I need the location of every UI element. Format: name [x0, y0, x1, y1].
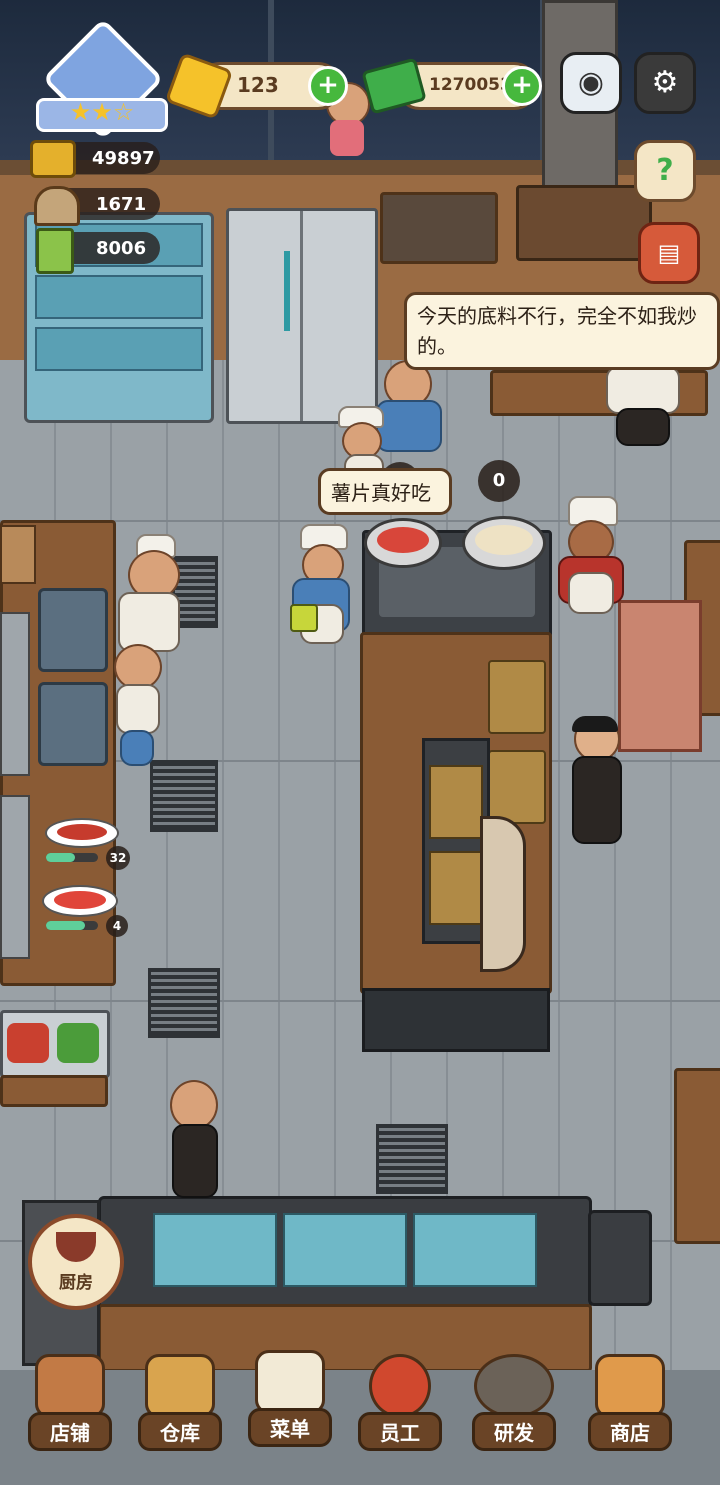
add-cash-button[interactable]: +	[502, 66, 542, 106]
shop-building-icon	[35, 1354, 105, 1418]
dish2-progress-bar	[46, 921, 98, 930]
floor-drain	[150, 760, 218, 832]
cash-value: 1270053	[429, 75, 512, 95]
knife-block	[0, 525, 36, 584]
floor-line	[0, 1000, 720, 1002]
chips-bag	[290, 604, 318, 632]
kitchen-button[interactable]: 厨房	[28, 1214, 124, 1310]
customer-speech-bubble: 今天的底料不行，完全不如我炒的。	[404, 292, 720, 370]
customer-cook[interactable]	[600, 360, 680, 446]
served-value: 1671	[96, 194, 147, 215]
floor-drain	[376, 1124, 448, 1194]
tray-stack	[488, 660, 546, 734]
book-question-icon[interactable]: ?	[634, 140, 696, 202]
tray-stack	[488, 750, 546, 824]
wok-icon	[474, 1354, 554, 1418]
back-cabinet	[380, 192, 498, 264]
cloche-icon	[34, 186, 80, 226]
side-shelf	[674, 1068, 720, 1244]
exhaust-hood	[516, 185, 652, 261]
nav-shop-label: 商店	[588, 1412, 672, 1451]
menu-value: 8006	[96, 238, 147, 259]
level-stars: ★★☆	[69, 98, 135, 126]
camera-icon[interactable]: ◉	[560, 52, 622, 114]
dishwasher-staff[interactable]	[162, 1080, 224, 1198]
double-door-fridge[interactable]	[226, 208, 378, 424]
cutting-board	[0, 612, 30, 776]
coin-pot-icon	[30, 140, 76, 178]
coins-value: 49897	[92, 148, 155, 169]
pot-right-count-badge: 0	[478, 460, 520, 502]
pot-icon	[56, 1232, 96, 1262]
dish-washing-station[interactable]	[98, 1196, 592, 1310]
recipe-book-icon[interactable]: ▤	[638, 222, 700, 284]
gems-value: 123	[237, 73, 279, 97]
prepped-dish-meat[interactable]	[45, 818, 119, 848]
dish1-progress-bar	[46, 853, 98, 862]
chef-speech-bubble: 薯片真好吃	[318, 468, 452, 515]
hotpot-right[interactable]	[462, 516, 546, 570]
floor-rug	[618, 600, 702, 752]
plate-rack	[588, 1210, 652, 1306]
tray-stand	[0, 1075, 108, 1107]
staff-avatar-icon	[369, 1354, 431, 1418]
dish2-count-badge: 4	[106, 915, 128, 937]
waiter[interactable]	[566, 716, 624, 844]
nav-store-label: 店铺	[28, 1412, 112, 1451]
dish1-count-badge: 32	[106, 846, 130, 870]
nav-research-label: 研发	[472, 1412, 556, 1451]
nav-warehouse-label: 仓库	[138, 1412, 222, 1451]
island-base	[362, 988, 550, 1052]
prepped-dish-tomato[interactable]	[42, 885, 118, 917]
nav-menu[interactable]: 菜单	[248, 1350, 332, 1447]
nav-menu-label: 菜单	[248, 1408, 332, 1447]
cutting-board	[0, 795, 30, 959]
nav-staff[interactable]: 员工	[358, 1354, 442, 1451]
clipboard-icon	[255, 1350, 325, 1414]
storefront-icon	[595, 1354, 665, 1418]
hotpot-left[interactable]	[364, 518, 442, 568]
menu-book-icon	[36, 228, 74, 274]
washing-basin[interactable]	[38, 682, 108, 766]
gear-icon[interactable]: ⚙	[634, 52, 696, 114]
nav-staff-label: 员工	[358, 1412, 442, 1451]
prep-assistant[interactable]	[108, 644, 164, 766]
kitchen-label: 厨房	[59, 1273, 93, 1293]
chopping-block	[480, 816, 526, 972]
nav-warehouse[interactable]: 仓库	[138, 1354, 222, 1451]
head-chef[interactable]	[554, 496, 624, 624]
vegetable-tray[interactable]	[0, 1010, 110, 1078]
add-gems-button[interactable]: +	[308, 66, 348, 106]
floor-drain	[148, 968, 220, 1038]
chef-with-chips[interactable]	[288, 524, 350, 652]
washing-basin[interactable]	[38, 588, 108, 672]
restaurant-level-badge[interactable]: ★★☆	[36, 18, 168, 140]
nav-research[interactable]: 研发	[472, 1354, 556, 1451]
nav-shop[interactable]: 商店	[588, 1354, 672, 1451]
nav-store[interactable]: 店铺	[28, 1354, 112, 1451]
boxes-icon	[145, 1354, 215, 1418]
